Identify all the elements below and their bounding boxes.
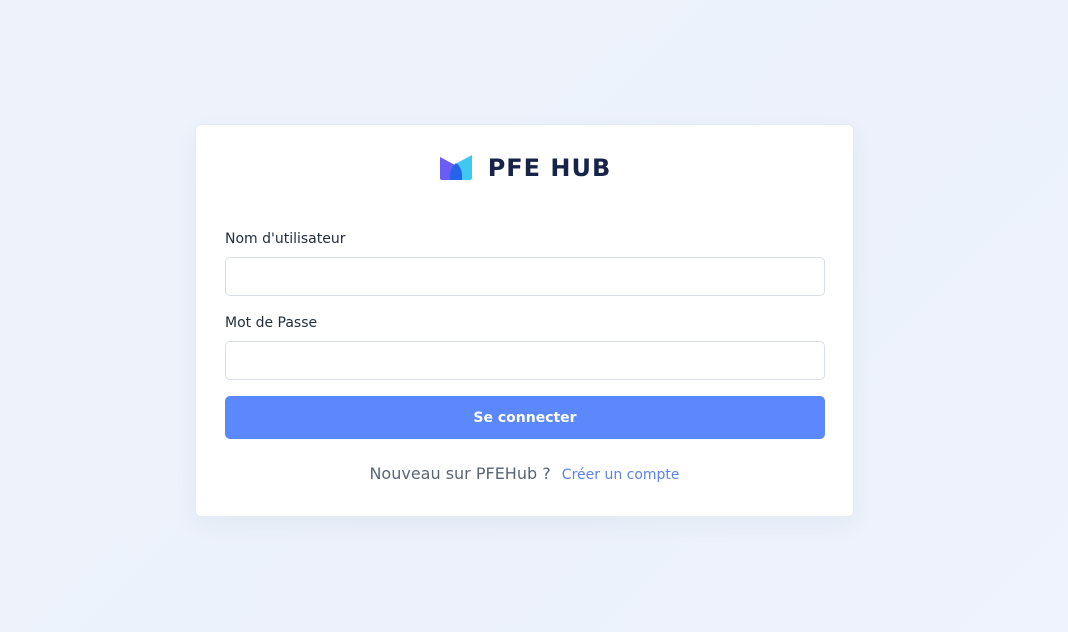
create-account-link[interactable]: Créer un compte	[562, 467, 680, 483]
password-field[interactable]	[225, 341, 825, 380]
login-card: PFE HUB Nom d'utilisateur Mot de Passe S…	[195, 124, 854, 517]
signup-prompt-text: Nouveau sur PFEHub ?	[369, 464, 551, 483]
login-button[interactable]: Se connecter	[225, 396, 825, 439]
password-label: Mot de Passe	[225, 315, 318, 331]
signup-prompt-row: Nouveau sur PFEHub ? Créer un compte	[196, 464, 853, 483]
brand-name: PFE HUB	[487, 154, 612, 182]
pfehub-logo-icon	[439, 155, 472, 180]
username-field[interactable]	[225, 257, 825, 296]
username-label: Nom d'utilisateur	[225, 231, 346, 247]
brand-header: PFE HUB	[196, 153, 853, 183]
